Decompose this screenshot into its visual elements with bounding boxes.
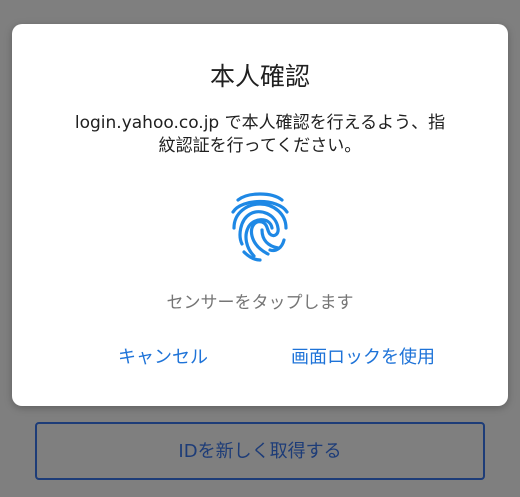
dialog-message: login.yahoo.co.jp で本人確認を行えるよう、指 紋認証を行ってく… (46, 112, 474, 158)
sensor-status-text: センサーをタップします (166, 293, 354, 313)
use-screen-lock-button[interactable]: 画面ロックを使用 (291, 346, 435, 370)
dialog-title: 本人確認 (209, 62, 310, 91)
acquire-new-id-button[interactable]: IDを新しく取得する (35, 422, 485, 480)
cancel-button[interactable]: キャンセル (118, 346, 208, 370)
dialog-message-line-2: 紋認証を行ってください。 (158, 136, 362, 156)
fingerprint-icon[interactable] (226, 186, 294, 262)
dialog-message-line-1: login.yahoo.co.jp で本人確認を行えるよう、指 (74, 113, 446, 133)
biometric-dialog: 本人確認 login.yahoo.co.jp で本人確認を行えるよう、指 紋認証… (12, 24, 508, 406)
